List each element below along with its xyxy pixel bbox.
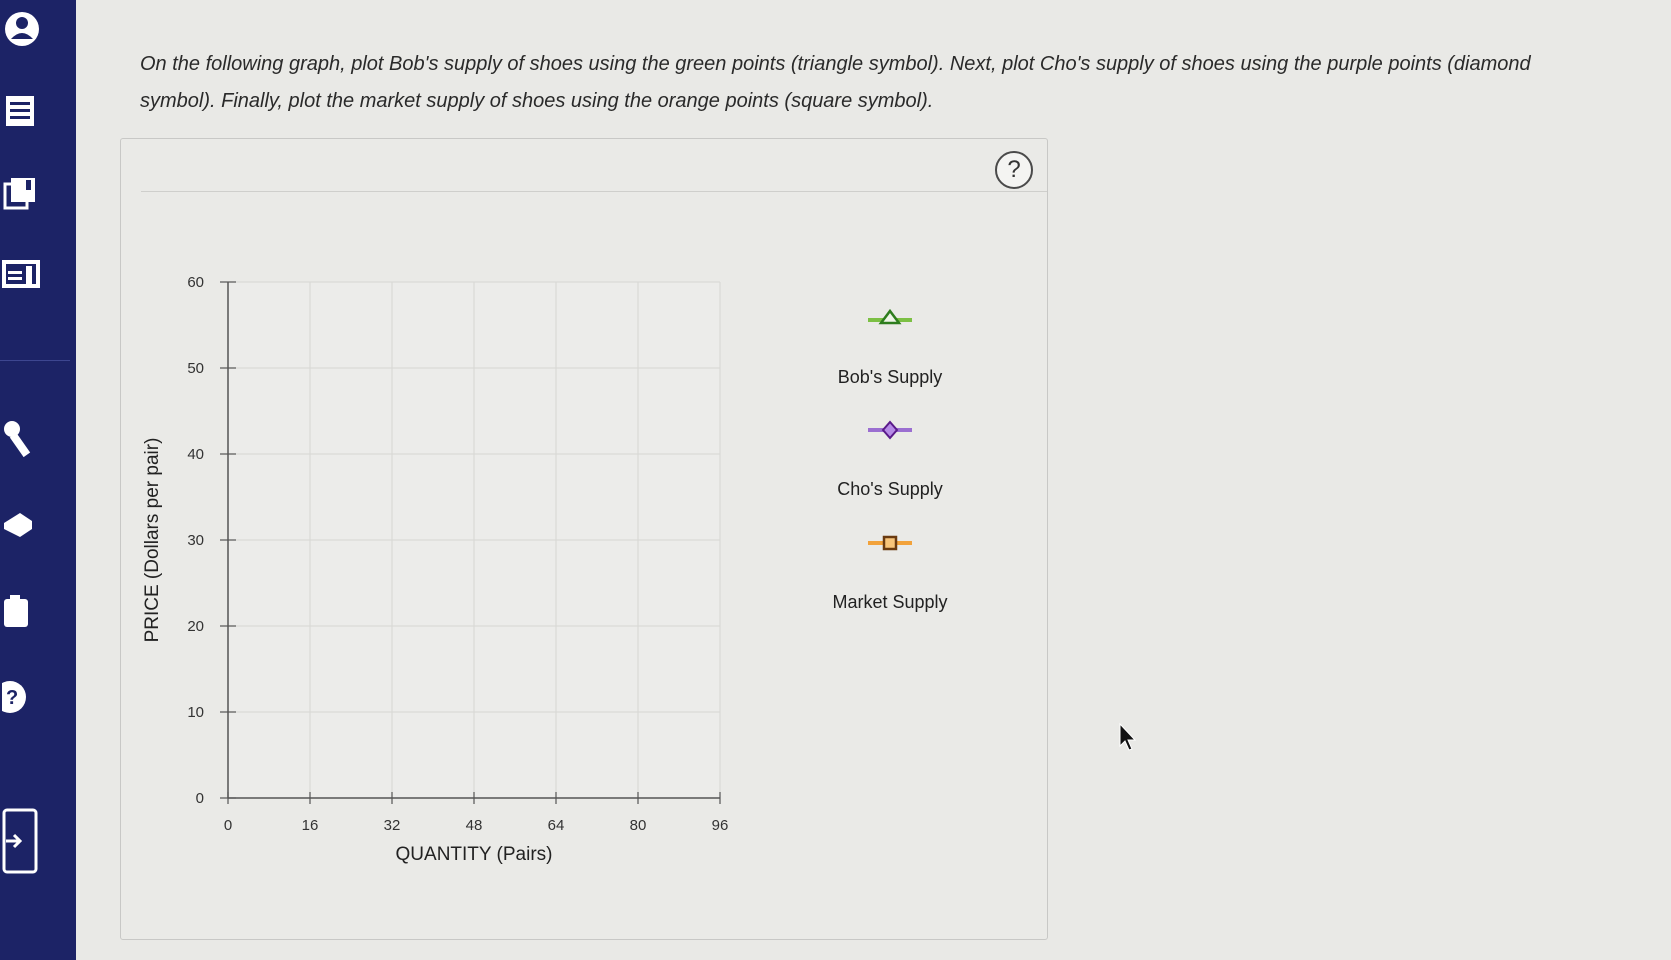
y-tick-label: 0 — [196, 790, 204, 807]
x-tick-label: 32 — [384, 817, 401, 834]
legend-market-supply[interactable]: Market Supply — [800, 533, 980, 613]
y-tick-label: 50 — [187, 360, 204, 377]
legend-label-market: Market Supply — [832, 592, 948, 612]
legend-chos-supply[interactable]: Cho's Supply — [800, 420, 980, 500]
y-tick-label: 20 — [187, 618, 204, 635]
x-tick-label: 96 — [712, 817, 729, 834]
y-tick-label: 30 — [187, 532, 204, 549]
x-tick-label: 48 — [466, 817, 483, 834]
x-tick-label: 80 — [630, 817, 647, 834]
diamond-icon[interactable] — [865, 420, 915, 440]
x-tick-label: 0 — [224, 817, 232, 834]
legend-bobs-supply[interactable]: Bob's Supply — [800, 308, 980, 388]
legend-diamond — [881, 420, 899, 440]
x-tick-label: 16 — [302, 817, 319, 834]
legend-label-cho: Cho's Supply — [837, 479, 943, 499]
triangle-icon[interactable] — [865, 308, 915, 328]
y-tick-label: 60 — [187, 274, 204, 291]
square-icon[interactable] — [865, 533, 915, 553]
x-axis-title: QUANTITY (Pairs) — [396, 844, 553, 865]
y-tick-label: 10 — [187, 704, 204, 721]
mouse-cursor-icon — [1119, 722, 1137, 751]
y-tick-label: 40 — [187, 446, 204, 463]
x-tick-label: 64 — [548, 817, 565, 834]
legend-triangle — [878, 308, 902, 325]
legend-label-bob: Bob's Supply — [837, 367, 943, 387]
legend-square — [882, 535, 898, 551]
y-axis-title: PRICE (Dollars per pair) — [142, 438, 163, 643]
